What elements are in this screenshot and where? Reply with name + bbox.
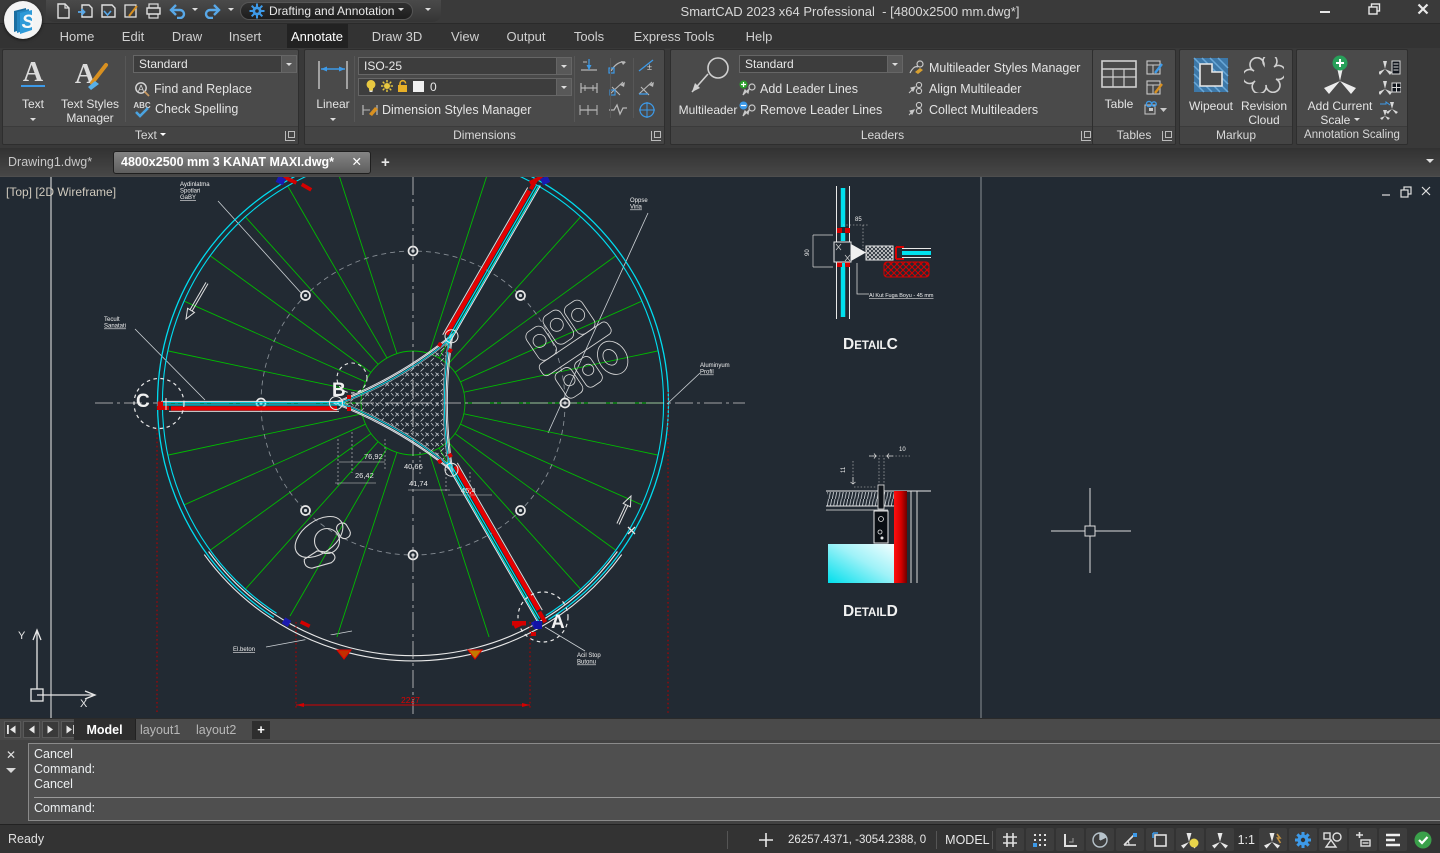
svg-text:40,66: 40,66 — [404, 462, 423, 471]
svg-text:Oppse: Oppse — [630, 198, 648, 204]
svg-text:±: ± — [647, 62, 652, 72]
svg-text:X: X — [80, 698, 88, 710]
svg-text:Sanatati: Sanatati — [104, 324, 126, 330]
svg-text:Viria: Viria — [630, 205, 643, 211]
svg-text:El.beton: El.beton — [233, 647, 255, 653]
svg-text:2227: 2227 — [401, 695, 420, 705]
svg-text:10: 10 — [899, 447, 906, 453]
svg-text:S: S — [22, 12, 35, 33]
svg-text:Tecult: Tecult — [104, 317, 120, 323]
svg-text:A: A — [138, 84, 144, 94]
svg-text:Butonu: Butonu — [577, 660, 596, 666]
svg-text:Profil: Profil — [700, 370, 714, 376]
svg-text:C: C — [136, 391, 150, 412]
svg-text:[Top] [2D Wireframe]: [Top] [2D Wireframe] — [6, 185, 116, 199]
svg-text:11: 11 — [841, 466, 847, 473]
svg-text:26,42: 26,42 — [355, 471, 374, 480]
svg-text:Al Kut Fuga Boyu - 45 mm: Al Kut Fuga Boyu - 45 mm — [869, 293, 934, 299]
svg-text:41,74: 41,74 — [409, 479, 428, 488]
svg-text:Aydinlatma: Aydinlatma — [180, 182, 210, 188]
svg-text:Acil Stop: Acil Stop — [577, 653, 601, 659]
svg-text:A: A — [551, 612, 565, 633]
svg-text:Aluminyum: Aluminyum — [700, 363, 730, 369]
svg-text:76,92: 76,92 — [364, 452, 383, 461]
svg-text:Y: Y — [18, 630, 26, 642]
svg-text:Spotlari: Spotlari — [180, 189, 200, 195]
svg-text:GaBY: GaBY — [180, 195, 196, 201]
svg-text:90: 90 — [805, 249, 811, 256]
svg-text:85: 85 — [855, 217, 862, 223]
svg-text:B: B — [332, 380, 346, 401]
svg-text:45,4: 45,4 — [461, 486, 476, 495]
svg-text:A: A — [23, 57, 44, 88]
